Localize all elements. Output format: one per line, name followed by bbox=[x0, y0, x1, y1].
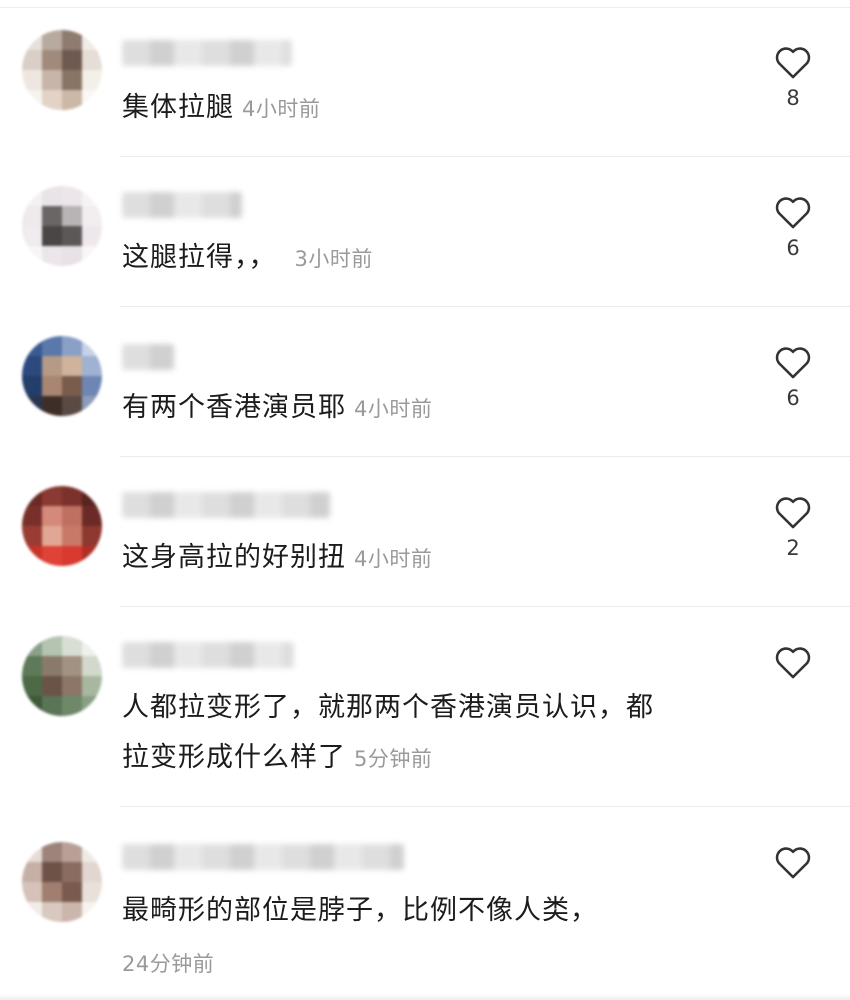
divider bbox=[120, 806, 850, 807]
comment-body: 集体拉腿 bbox=[122, 92, 234, 123]
username-blurred[interactable] bbox=[122, 344, 174, 370]
avatar[interactable] bbox=[22, 486, 102, 566]
comment-time: 4小时前 bbox=[354, 547, 433, 571]
avatar[interactable] bbox=[22, 636, 102, 716]
comment-body-line2: 拉变形成什么样了 bbox=[122, 742, 346, 773]
heart-outline-icon bbox=[775, 47, 811, 79]
avatar[interactable] bbox=[22, 186, 102, 266]
comment-text: 有两个香港演员耶 4小时前 bbox=[122, 383, 742, 434]
comment-time: 5分钟前 bbox=[354, 747, 433, 771]
like-button[interactable]: 6 bbox=[770, 194, 816, 260]
heart-outline-icon bbox=[775, 647, 811, 679]
comment-text: 这腿拉得，， 3小时前 bbox=[122, 233, 742, 284]
divider bbox=[120, 306, 850, 307]
divider bbox=[120, 606, 850, 607]
comment-body: 这身高拉的好别扭 bbox=[122, 542, 346, 573]
bottom-edge bbox=[0, 994, 850, 1000]
comment-body: 最畸形的部位是脖子，比例不像人类， bbox=[122, 895, 598, 926]
comment-text: 集体拉腿 4小时前 bbox=[122, 83, 742, 134]
like-count: 8 bbox=[786, 86, 800, 110]
like-count: 6 bbox=[786, 236, 800, 260]
username-blurred[interactable] bbox=[122, 642, 294, 668]
divider bbox=[120, 156, 850, 157]
comment-text: 最畸形的部位是脖子，比例不像人类， bbox=[122, 886, 742, 936]
comment-text: 人都拉变形了，就那两个香港演员认识，都 拉变形成什么样了 5分钟前 bbox=[122, 683, 742, 784]
heart-outline-icon bbox=[775, 497, 811, 529]
username-blurred[interactable] bbox=[122, 492, 330, 518]
comment-body: 这腿拉得，， bbox=[122, 242, 277, 273]
username-blurred[interactable] bbox=[122, 192, 242, 218]
comment-time: 24分钟前 bbox=[122, 952, 215, 976]
username-blurred[interactable] bbox=[122, 40, 292, 66]
avatar[interactable] bbox=[22, 842, 102, 922]
comment-body: 有两个香港演员耶 bbox=[122, 392, 346, 423]
comment-time: 3小时前 bbox=[294, 247, 373, 271]
like-button[interactable] bbox=[770, 644, 816, 680]
top-divider bbox=[0, 0, 850, 8]
comment-time: 4小时前 bbox=[242, 97, 321, 121]
comment-text: 这身高拉的好别扭 4小时前 bbox=[122, 533, 742, 584]
username-blurred[interactable] bbox=[122, 844, 404, 870]
comment-time: 4小时前 bbox=[354, 397, 433, 421]
like-button[interactable]: 2 bbox=[770, 494, 816, 560]
like-count: 2 bbox=[786, 536, 800, 560]
avatar[interactable] bbox=[22, 336, 102, 416]
like-button[interactable]: 6 bbox=[770, 344, 816, 410]
like-button[interactable]: 8 bbox=[770, 44, 816, 110]
heart-outline-icon bbox=[775, 847, 811, 879]
comment-body-line1: 人都拉变形了，就那两个香港演员认识，都 bbox=[122, 692, 654, 723]
divider bbox=[120, 456, 850, 457]
like-count: 6 bbox=[786, 386, 800, 410]
heart-outline-icon bbox=[775, 347, 811, 379]
avatar[interactable] bbox=[22, 30, 102, 110]
like-button[interactable] bbox=[770, 844, 816, 880]
heart-outline-icon bbox=[775, 197, 811, 229]
